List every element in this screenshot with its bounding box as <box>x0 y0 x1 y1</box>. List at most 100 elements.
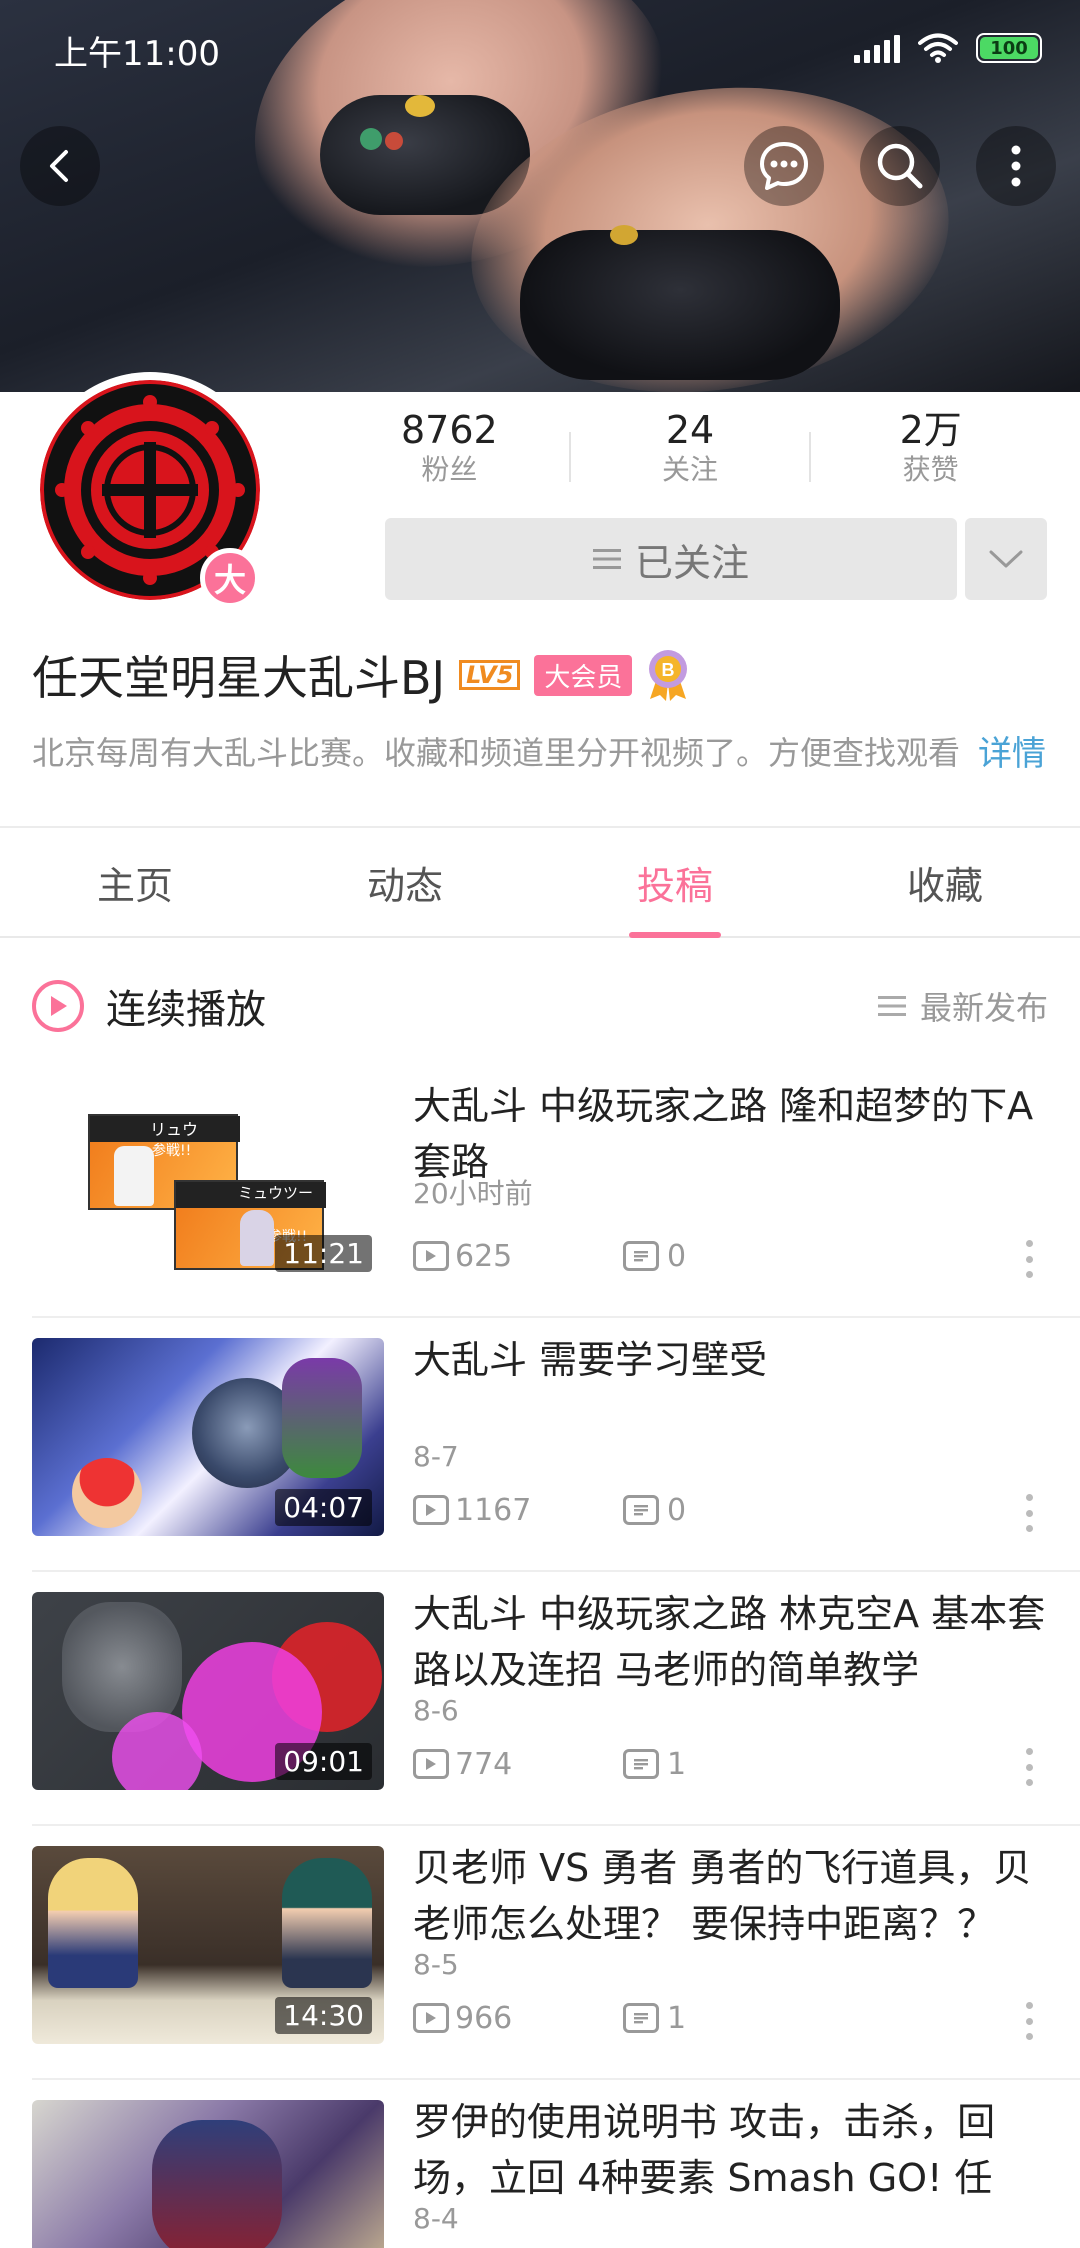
video-item[interactable]: 14:30 贝老师 VS 勇者 勇者的飞行道具，贝老师怎么处理？ 要保持中距离？… <box>0 1826 1080 2080</box>
tab-dynamics[interactable]: 动态 <box>270 828 540 936</box>
view-count-value: 966 <box>455 2000 513 2036</box>
view-count: 1167 <box>413 1493 623 1528</box>
profile-stats: 8762 粉丝 24 关注 2万 获赞 <box>330 408 1050 500</box>
back-arrow-icon <box>50 150 68 182</box>
status-time: 上午11:00 <box>54 34 220 74</box>
video-title: 贝老师 VS 勇者 勇者的飞行道具，贝老师怎么处理？ 要保持中距离？？ <box>413 1846 1032 1946</box>
tab-home[interactable]: 主页 <box>0 828 270 936</box>
chevron-down-icon <box>989 550 1023 568</box>
video-duration: 11:21 <box>275 1235 372 1272</box>
video-title: 罗伊的使用说明书 攻击，击杀，回场，立回 4种要素 Smash GO! 任天..… <box>413 2100 996 2200</box>
comment-icon <box>623 1495 659 1525</box>
video-item[interactable]: 09:01 大乱斗 中级玩家之路 林克空A 基本套路以及连招 马老师的简单教学 … <box>0 1572 1080 1826</box>
thumbnail-figure <box>282 1858 372 1988</box>
detail-link[interactable]: 详情 <box>978 726 1046 775</box>
view-count: 625 <box>413 1239 623 1274</box>
comment-count: 0 <box>623 1239 686 1274</box>
banner-controller-right <box>520 230 840 380</box>
tab-uploads[interactable]: 投稿 <box>540 828 810 938</box>
more-vertical-icon[interactable] <box>1024 1494 1034 1532</box>
banner-controller-button <box>405 95 435 117</box>
play-count-icon <box>413 1749 449 1779</box>
more-vertical-icon[interactable] <box>1024 1240 1034 1278</box>
video-item[interactable]: リュウ 参戦!! ミュウツー 参戦!! 11:21 大乱斗 中级玩家之路 隆和超… <box>0 1064 1080 1318</box>
video-meta: 774 1 <box>413 1744 686 1784</box>
play-count-icon <box>413 1241 449 1271</box>
profile-bio: 北京每周有大乱斗比赛。收藏和频道里分开视频了。方便查找观看 <box>32 734 961 772</box>
video-thumbnail: 04:07 <box>32 1338 384 1536</box>
video-item[interactable]: 罗伊的使用说明书 攻击，击杀，回场，立回 4种要素 Smash GO! 任天..… <box>0 2080 1080 2248</box>
video-date: 8-6 <box>413 1694 459 1727</box>
list-icon <box>877 996 906 1016</box>
back-button[interactable] <box>20 126 100 206</box>
svg-text:B: B <box>662 660 675 680</box>
stat-label: 粉丝 <box>421 452 478 486</box>
status-icons: 100 <box>854 30 1042 66</box>
wifi-icon <box>918 33 958 63</box>
followed-label: 已关注 <box>634 540 749 585</box>
avatar-badge: 大 <box>200 548 260 608</box>
thumbnail-text: リュウ <box>90 1116 240 1142</box>
video-thumbnail: リュウ 参戦!! ミュウツー 参戦!! 11:21 <box>32 1084 384 1282</box>
comment-count-value: 1 <box>667 2000 687 2036</box>
video-duration: 09:01 <box>275 1743 372 1780</box>
view-count-value: 1167 <box>455 1492 532 1528</box>
thumbnail-figure <box>240 1210 274 1266</box>
stat-value: 8762 <box>400 408 498 452</box>
video-date: 8-4 <box>413 2202 459 2235</box>
video-date: 20小时前 <box>413 1177 533 1210</box>
stat-following[interactable]: 24 关注 <box>571 408 810 500</box>
banner-controller-button <box>385 132 403 150</box>
video-date: 8-7 <box>413 1440 459 1473</box>
more-vertical-icon[interactable] <box>1024 1748 1034 1786</box>
thumbnail-figure <box>152 2120 282 2248</box>
battery-icon: 100 <box>976 33 1042 63</box>
banner-controller-button <box>360 128 382 150</box>
medal-icon[interactable]: B <box>646 649 690 701</box>
battery-level: 100 <box>980 37 1038 59</box>
thumbnail-figure <box>72 1458 142 1528</box>
play-all-button[interactable]: 连续播放 <box>106 977 266 1035</box>
comment-icon <box>623 1749 659 1779</box>
play-circle-icon[interactable] <box>32 980 84 1032</box>
profile-banner: 上午11:00 100 <box>0 0 1080 392</box>
view-count-value: 625 <box>455 1238 513 1274</box>
video-title: 大乱斗 中级玩家之路 林克空A 基本套路以及连招 马老师的简单教学 <box>413 1592 1046 1692</box>
followed-button[interactable]: 已关注 <box>385 518 957 600</box>
search-button[interactable] <box>860 126 940 206</box>
thumbnail-text: 参戦!! <box>152 1143 192 1159</box>
thumbnail-figure <box>114 1146 154 1206</box>
sort-button[interactable]: 最新发布 <box>877 983 1048 1029</box>
stat-fans[interactable]: 8762 粉丝 <box>330 408 569 500</box>
more-vertical-icon <box>1011 145 1021 187</box>
video-thumbnail: 14:30 <box>32 1846 384 2044</box>
thumbnail-figure <box>282 1358 362 1478</box>
comment-icon <box>623 2003 659 2033</box>
view-count-value: 774 <box>455 1746 513 1782</box>
stat-likes[interactable]: 2万 获赞 <box>811 409 1050 500</box>
comment-count-value: 0 <box>667 1492 687 1528</box>
video-item[interactable]: 04:07 大乱斗 需要学习壁受 8-7 1167 0 <box>0 1318 1080 1572</box>
profile-name-row: 任天堂明星大乱斗BJ LV5 大会员 B <box>32 640 690 710</box>
more-vertical-icon[interactable] <box>1024 2002 1034 2040</box>
video-thumbnail: 09:01 <box>32 1592 384 1790</box>
comment-count: 0 <box>623 1493 686 1528</box>
comment-count-value: 1 <box>667 1746 687 1782</box>
follow-dropdown-button[interactable] <box>965 518 1047 600</box>
stat-value: 24 <box>665 408 715 452</box>
hamburger-icon <box>592 549 621 569</box>
video-meta: 1167 0 <box>413 1490 686 1530</box>
tab-favorites[interactable]: 收藏 <box>810 828 1080 936</box>
signal-icon <box>854 33 900 63</box>
video-meta: 966 1 <box>413 1998 686 2038</box>
stat-label: 获赞 <box>902 452 959 486</box>
banner-controller-button <box>610 225 638 245</box>
message-button[interactable] <box>744 126 824 206</box>
video-thumbnail <box>32 2100 384 2248</box>
more-button[interactable] <box>976 126 1056 206</box>
comment-count-value: 0 <box>667 1238 687 1274</box>
video-duration: 14:30 <box>275 1997 372 2034</box>
stat-label: 关注 <box>662 452 719 486</box>
play-count-icon <box>413 1495 449 1525</box>
video-date: 8-5 <box>413 1948 459 1981</box>
